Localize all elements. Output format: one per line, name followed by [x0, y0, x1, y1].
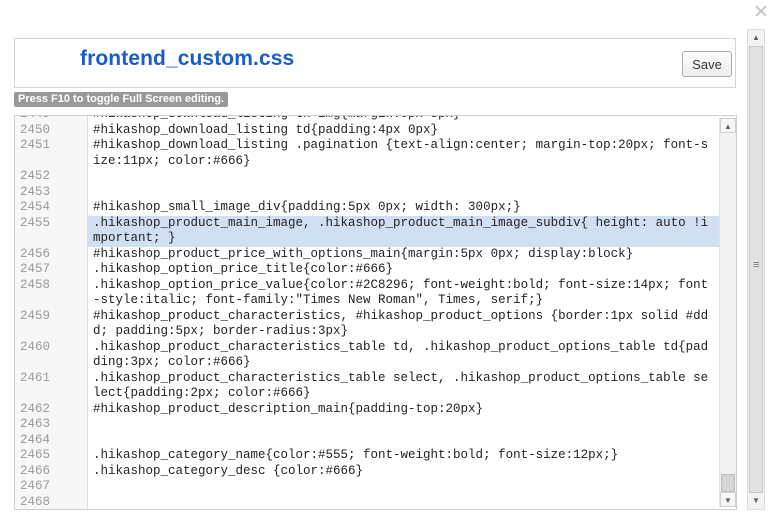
line-text[interactable]: [88, 433, 720, 449]
code-area[interactable]: 2449#hikashop_download_listing th img{ma…: [15, 116, 720, 510]
line-number: 2456: [20, 246, 51, 261]
code-line[interactable]: 2452: [15, 169, 720, 185]
code-line[interactable]: 2449#hikashop_download_listing th img{ma…: [15, 116, 720, 123]
line-number: 2455: [20, 215, 51, 230]
line-number: 2461: [20, 370, 51, 385]
code-editor[interactable]: 2449#hikashop_download_listing th img{ma…: [14, 115, 737, 510]
code-line[interactable]: 2454 #hikashop_small_image_div{padding:5p…: [15, 200, 720, 216]
code-line[interactable]: 2461 .hikashop_product_characteristics_ta…: [15, 371, 720, 402]
line-number: 2462: [20, 401, 51, 416]
line-number: 2454: [20, 200, 51, 214]
scroll-down-arrow-icon[interactable]: ▼: [748, 493, 764, 509]
code-line[interactable]: 2453: [15, 185, 720, 201]
line-number: 2449: [15, 116, 88, 123]
line-text[interactable]: .hikashop_option_price_title{color:#666}: [88, 262, 720, 278]
file-title: frontend_custom.css: [80, 47, 295, 70]
code-line[interactable]: 2458 .hikashop_option_price_value{color:#…: [15, 278, 720, 309]
modal-scrollbar[interactable]: ▲ ≡ ▼: [747, 29, 765, 510]
line-number: 2452: [20, 169, 51, 183]
line-text[interactable]: #hikashop_product_price_with_options_mai…: [88, 247, 720, 263]
code-line[interactable]: 2460 .hikashop_product_characteristics_ta…: [15, 340, 720, 371]
line-number: 2464: [20, 432, 51, 447]
line-number: 2459: [20, 308, 51, 323]
line-number: 2451: [20, 138, 51, 152]
code-line[interactable]: 2462 #hikashop_product_description_main{p…: [15, 402, 720, 418]
code-line[interactable]: 2451 #hikashop_download_listing .paginati…: [15, 138, 720, 169]
line-number: 2453: [20, 184, 51, 199]
code-line[interactable]: 2467: [15, 479, 720, 495]
line-text[interactable]: .hikashop_category_name{color:#555; font…: [88, 448, 720, 464]
editor-scroll-down-icon[interactable]: ▼: [720, 492, 736, 507]
grip-icon: ≡: [753, 259, 760, 271]
code-line[interactable]: 2455 .hikashop_product_main_image, .hikas…: [15, 215, 720, 247]
line-text[interactable]: #hikashop_small_image_div{padding:5px 0p…: [88, 200, 720, 216]
line-text[interactable]: .hikashop_product_main_image, .hikashop_…: [88, 215, 720, 247]
code-line[interactable]: 2466 .hikashop_category_desc {color:#666}: [15, 464, 720, 480]
editor-header: frontend_custom.css Save: [14, 38, 736, 88]
code-line[interactable]: 2450 #hikashop_download_listing td{paddin…: [15, 123, 720, 139]
line-number: 2467: [20, 479, 51, 493]
line-text[interactable]: #hikashop_product_description_main{paddi…: [88, 402, 720, 418]
scroll-up-arrow-icon[interactable]: ▲: [748, 30, 764, 46]
line-text[interactable]: #hikashop_download_listing th img{margin…: [88, 116, 720, 123]
code-line[interactable]: 2464: [15, 433, 720, 449]
line-number: 2457: [20, 262, 51, 276]
line-number: 2450: [20, 122, 51, 137]
line-number: 2463: [20, 417, 51, 431]
line-number: 2458: [20, 277, 51, 292]
line-number: 2460: [20, 339, 51, 354]
line-text[interactable]: .hikashop_category_desc {color:#666}: [88, 464, 720, 480]
line-number: 2466: [20, 463, 51, 478]
editor-scroll-up-icon[interactable]: ▲: [720, 118, 736, 133]
code-line[interactable]: 2463: [15, 417, 720, 433]
code-line[interactable]: 2456 #hikashop_product_price_with_options…: [15, 247, 720, 263]
line-text[interactable]: #hikashop_download_listing td{padding:4p…: [88, 123, 720, 139]
line-text[interactable]: [88, 169, 720, 185]
fullscreen-hint: Press F10 to toggle Full Screen editing.: [14, 92, 228, 107]
code-line[interactable]: 2468: [15, 494, 720, 510]
save-button[interactable]: Save: [682, 51, 732, 77]
code-line[interactable]: 2465 .hikashop_category_name{color:#555; …: [15, 448, 720, 464]
line-text[interactable]: #hikashop_download_listing .pagination {…: [88, 138, 720, 169]
line-text[interactable]: [88, 495, 720, 510]
code-line[interactable]: 2457 .hikashop_option_price_title{color:#…: [15, 262, 720, 278]
line-text[interactable]: .hikashop_product_characteristics_table …: [88, 340, 720, 371]
code-line[interactable]: 2459 #hikashop_product_characteristics, #…: [15, 309, 720, 340]
editor-scrollbar[interactable]: ▲ ▼: [719, 118, 736, 507]
line-text[interactable]: [88, 417, 720, 433]
line-text[interactable]: [88, 479, 720, 495]
editor-scroll-thumb[interactable]: [721, 474, 735, 492]
line-text[interactable]: .hikashop_option_price_value{color:#2C82…: [88, 278, 720, 309]
line-number: 2468: [20, 494, 51, 509]
line-text[interactable]: #hikashop_product_characteristics, #hika…: [88, 309, 720, 340]
close-icon[interactable]: ✕: [752, 3, 770, 22]
scroll-thumb[interactable]: ≡: [749, 46, 763, 493]
line-text[interactable]: .hikashop_product_characteristics_table …: [88, 371, 720, 402]
line-number: 2465: [20, 448, 51, 462]
line-text[interactable]: [88, 185, 720, 201]
